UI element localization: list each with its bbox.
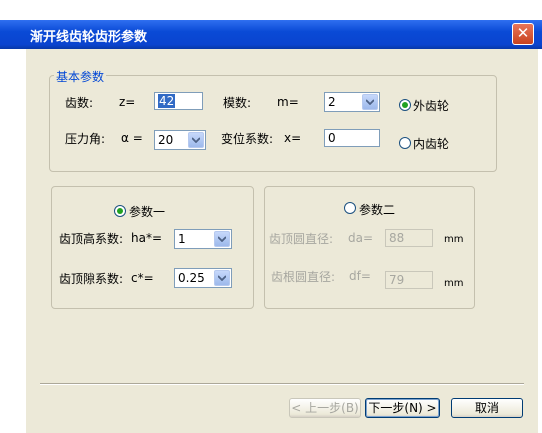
chevron-down-icon[interactable] <box>214 270 230 286</box>
addendum-coef-select[interactable]: 1 <box>174 229 232 249</box>
prev-button[interactable]: < 上一步(B) <box>289 398 361 418</box>
external-gear-radio[interactable] <box>399 99 411 111</box>
tip-diameter-label: 齿顶圆直径: <box>269 232 334 246</box>
dialog-client-area: 基本参数 齿数: z= 42 模数: m= 2 外齿轮 压力角: α = 20 … <box>26 49 538 433</box>
module-value: 2 <box>328 95 336 109</box>
module-label: 模数: <box>223 96 252 110</box>
close-button[interactable]: ✕ <box>512 23 534 45</box>
param2-label[interactable]: 参数二 <box>359 201 395 218</box>
window-title: 渐开线齿轮齿形参数 <box>30 30 148 45</box>
x-symbol: x= <box>284 131 302 145</box>
module-select[interactable]: 2 <box>324 92 380 112</box>
param2-radio[interactable] <box>344 202 356 214</box>
z-symbol: z= <box>119 95 136 109</box>
teeth-value: 42 <box>158 94 176 108</box>
internal-gear-radio[interactable] <box>399 137 411 149</box>
addendum-coef-value: 1 <box>178 232 186 246</box>
alpha-symbol: α = <box>121 131 143 145</box>
c-symbol: c*= <box>131 271 154 285</box>
basic-params-legend: 基本参数 <box>54 68 107 85</box>
root-diameter-label: 齿根圆直径: <box>271 270 336 284</box>
m-symbol: m= <box>277 95 299 109</box>
param1-radio[interactable] <box>114 205 126 217</box>
pressure-angle-select[interactable]: 20 <box>154 130 206 150</box>
shift-coefficient-input[interactable]: 0 <box>324 129 380 147</box>
teeth-label: 齿数: <box>65 96 94 110</box>
pressure-angle-value: 20 <box>158 133 174 147</box>
param1-label[interactable]: 参数一 <box>129 203 165 220</box>
addendum-coef-label: 齿顶高系数: <box>59 232 124 246</box>
clearance-coef-label: 齿顶隙系数: <box>59 272 124 286</box>
root-diameter-value: 79 <box>389 273 405 287</box>
chevron-down-icon[interactable] <box>362 94 378 110</box>
tip-diameter-value: 88 <box>389 231 405 245</box>
basic-params-group: 基本参数 <box>49 68 497 172</box>
root-diameter-input[interactable]: 79 <box>385 271 433 289</box>
tip-diameter-unit: mm <box>444 234 464 245</box>
internal-gear-label[interactable]: 内齿轮 <box>413 135 449 152</box>
next-button[interactable]: 下一步(N) > <box>365 398 440 418</box>
shift-coefficient-value: 0 <box>328 131 336 145</box>
chevron-down-icon[interactable] <box>214 231 230 247</box>
tip-diameter-input[interactable]: 88 <box>385 229 433 247</box>
df-symbol: df= <box>349 269 371 283</box>
title-bar[interactable]: 渐开线齿轮齿形参数 ✕ <box>0 20 542 49</box>
button-separator <box>40 383 524 385</box>
chevron-down-icon[interactable] <box>188 132 204 148</box>
clearance-coef-value: 0.25 <box>178 271 205 285</box>
cancel-button[interactable]: 取消 <box>451 398 523 418</box>
da-symbol: da= <box>348 231 374 245</box>
root-diameter-unit: mm <box>444 278 464 289</box>
clearance-coef-select[interactable]: 0.25 <box>174 268 232 288</box>
shift-coefficient-label: 变位系数: <box>221 132 274 146</box>
dialog-window: 渐开线齿轮齿形参数 ✕ 基本参数 齿数: z= 42 模数: m= 2 外齿轮 … <box>0 0 542 433</box>
external-gear-label[interactable]: 外齿轮 <box>413 97 449 114</box>
pressure-angle-label: 压力角: <box>65 132 106 146</box>
left-margin <box>0 49 26 433</box>
ha-symbol: ha*= <box>131 231 163 245</box>
teeth-input[interactable]: 42 <box>154 92 203 110</box>
